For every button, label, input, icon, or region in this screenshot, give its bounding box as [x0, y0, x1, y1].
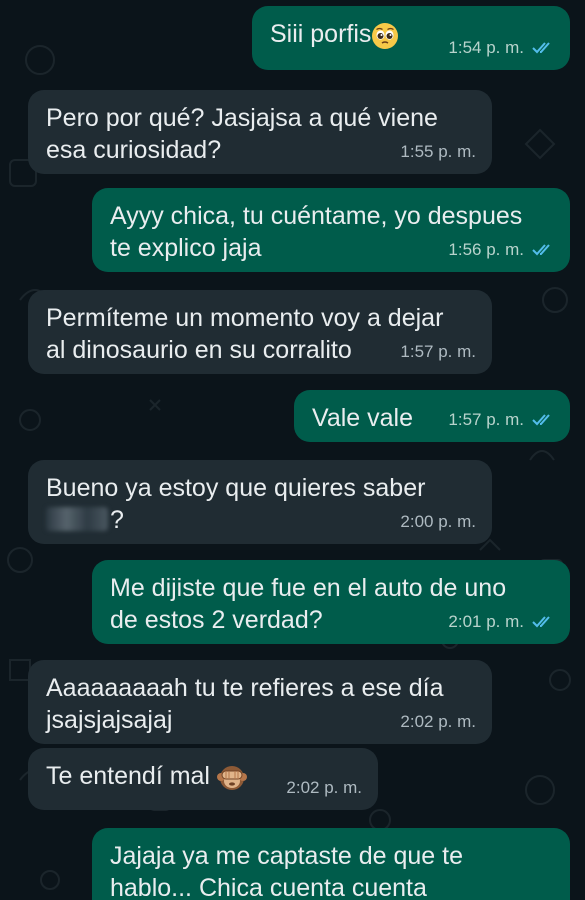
message-bubble-incoming[interactable]: Te entendí mal 2:02 p. m.	[28, 748, 378, 810]
message-text-line: Bueno ya estoy que quieres saber	[46, 474, 426, 502]
message-time: 2:01 p. m.	[448, 612, 524, 631]
message-meta: 1:57 p. m.	[400, 336, 476, 368]
message-bubble-outgoing[interactable]: Jajaja ya me captaste de que te hablo...…	[92, 828, 570, 900]
message-meta: 2:02 p. m.	[400, 706, 476, 738]
double-check-read-icon	[532, 42, 550, 54]
message-time: 1:57 p. m.	[400, 342, 476, 361]
message-time: 1:55 p. m.	[400, 142, 476, 161]
message-meta: 2:00 p. m.	[400, 506, 476, 538]
message-meta: 1:54 p. m.	[448, 32, 554, 64]
message-meta: 1:57 p. m.	[448, 404, 554, 436]
redacted-name-blur	[46, 507, 108, 531]
see-no-evil-monkey-emoji	[216, 762, 247, 800]
message-meta: 1:55 p. m.	[400, 136, 476, 168]
message-time: 1:57 p. m.	[448, 410, 524, 429]
message-time: 1:54 p. m.	[448, 38, 524, 57]
chat-conversation[interactable]: Siii porfis 1:54 p. m. Pero por qué? Jas…	[0, 0, 585, 900]
double-check-read-icon	[532, 414, 550, 426]
message-text-line: Permíteme un momento voy a dejar	[46, 304, 444, 332]
message-text-line: Pero por qué? Jasjajsa a qué viene	[46, 104, 438, 132]
message-time: 1:56 p. m.	[448, 240, 524, 259]
message-text-line: Aaaaaaaaah tu te refieres a ese día	[46, 674, 444, 702]
message-meta: 1:56 p. m.	[448, 234, 554, 266]
message-bubble-outgoing[interactable]: Vale vale 1:57 p. m.	[294, 390, 570, 442]
double-check-read-icon	[532, 244, 550, 256]
message-meta: 2:02 p. m.	[286, 772, 362, 804]
message-bubble-incoming[interactable]: Pero por qué? Jasjajsa a qué viene esa c…	[28, 90, 492, 174]
message-time: 2:00 p. m.	[400, 512, 476, 531]
message-meta: 2:01 p. m.	[448, 606, 554, 638]
message-bubble-outgoing[interactable]: Me dijiste que fue en el auto de uno de …	[92, 560, 570, 644]
message-text-line: Ayyy chica, tu cuéntame, yo despues	[110, 202, 523, 230]
message-text-line: Jajaja ya me captaste de que te	[110, 842, 464, 870]
message-text-line: hablo... Chica cuenta cuenta	[110, 874, 427, 900]
pleading-face-emoji	[371, 22, 399, 58]
double-check-read-icon	[532, 616, 550, 628]
message-bubble-outgoing[interactable]: Siii porfis 1:54 p. m.	[252, 6, 570, 70]
message-time: 2:02 p. m.	[400, 712, 476, 731]
message-bubble-incoming[interactable]: Aaaaaaaaah tu te refieres a ese día jsaj…	[28, 660, 492, 744]
message-bubble-incoming[interactable]: Bueno ya estoy que quieres saber ? 2:00 …	[28, 460, 492, 544]
message-bubble-incoming[interactable]: Permíteme un momento voy a dejar al dino…	[28, 290, 492, 374]
message-bubble-outgoing[interactable]: Ayyy chica, tu cuéntame, yo despues te e…	[92, 188, 570, 272]
message-time: 2:02 p. m.	[286, 778, 362, 797]
message-text-line: Me dijiste que fue en el auto de uno	[110, 574, 507, 602]
